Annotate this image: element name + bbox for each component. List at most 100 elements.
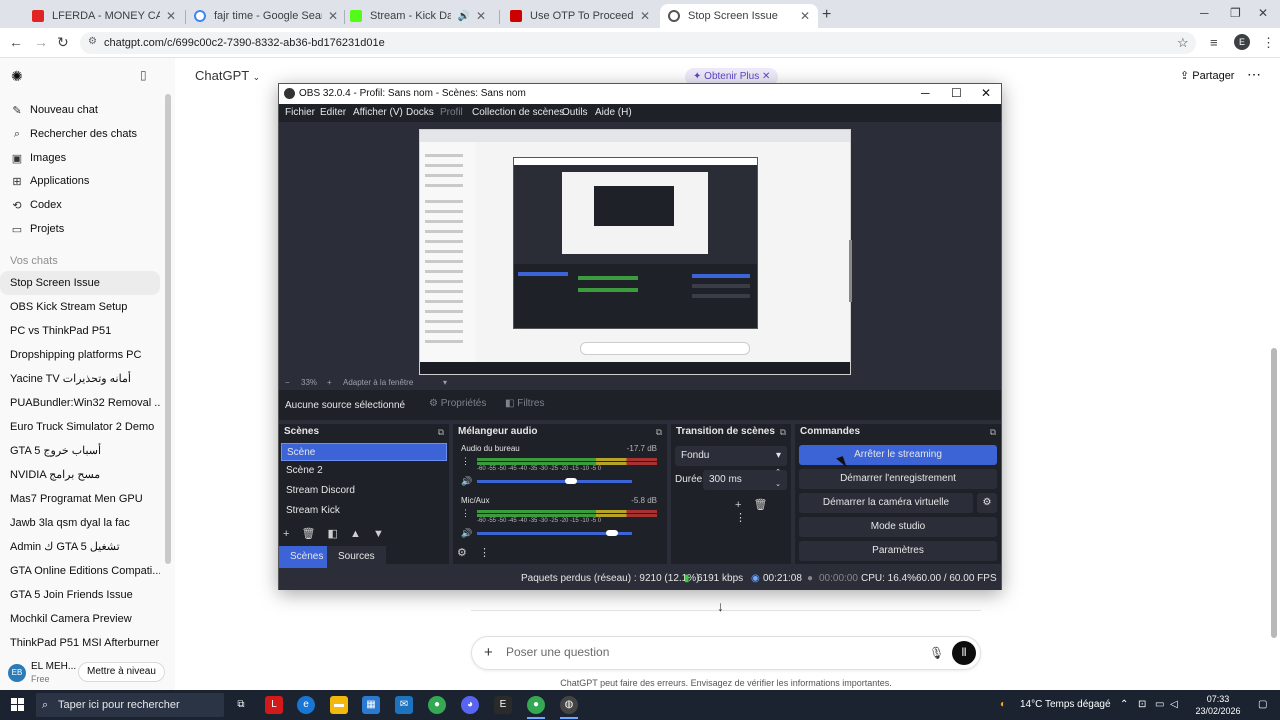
- share-button[interactable]: ⇪ Partager: [1180, 69, 1234, 82]
- zoom-out-icon[interactable]: −: [285, 378, 290, 387]
- popout-icon[interactable]: ⧉: [990, 424, 996, 440]
- menu-help[interactable]: Aide (H): [595, 107, 632, 118]
- chat-item[interactable]: OBS Kick Stream Setup: [10, 297, 160, 317]
- forward-icon[interactable]: →: [34, 34, 48, 50]
- notifications-icon[interactable]: ▢: [1258, 699, 1267, 710]
- browser-tab[interactable]: fajr time - Google Search ✕: [186, 4, 346, 28]
- chat-item[interactable]: Mochkil Camera Preview: [10, 609, 160, 629]
- channel-menu-icon[interactable]: ⋮: [461, 508, 470, 519]
- start-virtual-camera-button[interactable]: Démarrer la caméra virtuelle: [799, 493, 973, 513]
- browser-tab[interactable]: Stream - Kick Dashboard 🔊 ✕: [342, 4, 494, 28]
- sidebar-scrollbar[interactable]: [165, 94, 171, 564]
- browser-tab[interactable]: LFERDA - MONEY CASH (AUDIO ✕: [24, 4, 184, 28]
- close-icon[interactable]: ✕: [981, 86, 991, 100]
- chat-item[interactable]: GTA 5 أسباب خروج: [10, 441, 160, 461]
- obs-app-icon[interactable]: ◍: [560, 696, 578, 714]
- close-tab-icon[interactable]: ✕: [328, 9, 338, 23]
- chevron-down-icon[interactable]: ▾: [443, 378, 447, 387]
- store-icon[interactable]: ▦: [362, 696, 380, 714]
- chat-item[interactable]: Admin ك GTA 5 تشغيل: [10, 537, 160, 557]
- zoom-in-icon[interactable]: +: [327, 378, 332, 387]
- trash-icon[interactable]: 🗑: [302, 528, 316, 540]
- chrome-icon[interactable]: ●: [428, 696, 446, 714]
- nav-new-chat[interactable]: ✎ Nouveau chat: [10, 100, 160, 120]
- chat-item[interactable]: ThinkPad P51 MSI Afterburner: [10, 633, 160, 653]
- chat-item[interactable]: NVIDIA مسح برامج: [10, 465, 160, 485]
- minimize-icon[interactable]: ─: [1200, 6, 1209, 20]
- start-recording-button[interactable]: Démarrer l'enregistrement: [799, 469, 997, 489]
- prompt-input[interactable]: [506, 645, 886, 659]
- close-tab-icon[interactable]: ✕: [476, 9, 486, 23]
- speaker-icon[interactable]: 🔊: [461, 476, 472, 487]
- back-icon[interactable]: ←: [9, 34, 23, 50]
- volume-slider-knob[interactable]: [606, 530, 618, 536]
- chat-item[interactable]: Euro Truck Simulator 2 Demo: [10, 417, 160, 437]
- nav-search-chats[interactable]: ⌕ Rechercher des chats: [10, 124, 160, 144]
- chrome-active-icon[interactable]: ●: [527, 696, 545, 714]
- obs-preview[interactable]: [279, 122, 1001, 376]
- add-icon[interactable]: +: [283, 528, 289, 540]
- taskbar-search[interactable]: ⌕ Taper ici pour rechercher: [36, 693, 224, 717]
- menu-dots-icon[interactable]: ⋮: [735, 512, 746, 524]
- properties-button[interactable]: ⚙ Propriétés: [429, 398, 486, 409]
- close-icon[interactable]: ✕: [762, 71, 770, 82]
- transition-select[interactable]: Fondu ▾: [675, 446, 787, 466]
- add-icon[interactable]: +: [735, 499, 741, 511]
- volume-icon[interactable]: ◁: [1170, 699, 1178, 710]
- reload-icon[interactable]: ↻: [57, 34, 69, 51]
- chat-item[interactable]: Mas7 Programat Men GPU: [10, 489, 160, 509]
- virtual-camera-gear-icon[interactable]: ⚙: [977, 493, 997, 513]
- close-tab-icon[interactable]: ✕: [166, 9, 176, 23]
- menu-tools[interactable]: Outils: [562, 107, 588, 118]
- menu-profile[interactable]: Profil: [440, 107, 463, 118]
- volume-slider-knob[interactable]: [565, 478, 577, 484]
- edge-icon[interactable]: e: [297, 696, 315, 714]
- maximize-icon[interactable]: ☐: [951, 86, 962, 100]
- chat-item[interactable]: Dropshipping platforms PC: [10, 345, 160, 365]
- more-options-icon[interactable]: ⋯: [1247, 66, 1261, 83]
- tray-chevron-icon[interactable]: ⌃: [1120, 699, 1128, 710]
- file-explorer-icon[interactable]: ▬: [330, 696, 348, 714]
- scene-item[interactable]: Stream Discord: [281, 482, 447, 500]
- chat-item[interactable]: GTA 5 Join Friends Issue: [10, 585, 160, 605]
- bookmark-star-icon[interactable]: ☆: [1177, 35, 1189, 51]
- network-icon[interactable]: ⊡: [1138, 699, 1146, 710]
- windows-start-icon[interactable]: [11, 698, 24, 711]
- close-window-icon[interactable]: ✕: [1258, 6, 1268, 20]
- task-view-icon[interactable]: ⧉: [232, 696, 250, 714]
- discord-icon[interactable]: ◕: [461, 696, 479, 714]
- menu-edit[interactable]: Editer: [320, 107, 346, 118]
- epic-games-icon[interactable]: E: [494, 696, 512, 714]
- studio-mode-button[interactable]: Mode studio: [799, 517, 997, 537]
- nav-applications[interactable]: ⊞ Applications: [10, 171, 160, 191]
- nav-images[interactable]: ▣ Images: [10, 148, 160, 168]
- restore-icon[interactable]: ❐: [1230, 6, 1241, 20]
- profile-avatar[interactable]: E: [1234, 34, 1250, 50]
- chatgpt-logo-icon[interactable]: ✺: [11, 68, 23, 85]
- chat-item[interactable]: PUABundler:Win32 Removal ...: [10, 393, 160, 413]
- weather-text[interactable]: 14°C Temps dégagé: [1020, 699, 1111, 710]
- menu-docks[interactable]: Docks: [406, 107, 434, 118]
- move-up-icon[interactable]: ▲: [350, 528, 361, 540]
- volume-slider[interactable]: [477, 480, 632, 483]
- channel-menu-icon[interactable]: ⋮: [461, 456, 470, 467]
- tab-sources[interactable]: Sources: [327, 546, 386, 568]
- main-scrollbar[interactable]: [1271, 348, 1277, 638]
- close-tab-icon[interactable]: ✕: [800, 9, 810, 23]
- popout-icon[interactable]: ⧉: [780, 424, 786, 440]
- site-info-icon[interactable]: ⚙: [88, 36, 97, 47]
- filter-icon[interactable]: ◧: [328, 528, 338, 540]
- taskbar-clock[interactable]: 07:33 23/02/2026: [1190, 693, 1246, 717]
- popout-icon[interactable]: ⧉: [656, 424, 662, 440]
- nav-projects[interactable]: ▭ Projets: [10, 219, 160, 239]
- menu-dots-icon[interactable]: ⋮: [1262, 35, 1275, 51]
- menu-file[interactable]: Fichier: [285, 107, 315, 118]
- microphone-icon[interactable]: 🎙: [929, 646, 944, 660]
- mail-icon[interactable]: ✉: [395, 696, 413, 714]
- close-tab-icon[interactable]: ✕: [640, 9, 650, 23]
- stepper-icon[interactable]: ⌃ ⌄: [775, 467, 781, 491]
- trash-icon[interactable]: 🗑: [754, 499, 768, 511]
- sidebar-toggle-icon[interactable]: ▯: [140, 68, 147, 82]
- speaker-icon[interactable]: 🔊: [457, 11, 469, 22]
- new-tab-button[interactable]: +: [822, 6, 831, 24]
